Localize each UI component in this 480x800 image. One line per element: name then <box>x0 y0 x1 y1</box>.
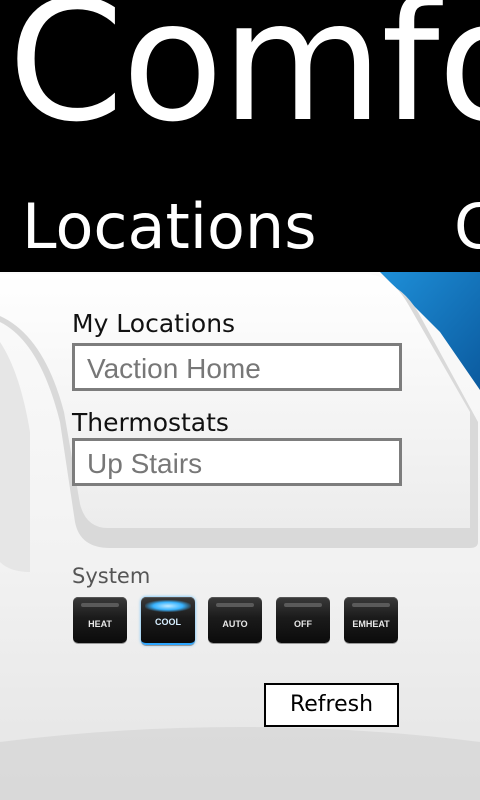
mode-indicator-light <box>352 603 390 607</box>
mode-button-label: OFF <box>294 619 312 629</box>
thermostats-label: Thermostats <box>72 408 229 437</box>
mode-button-heat[interactable]: HEAT <box>73 597 127 643</box>
mode-button-cool[interactable]: COOL <box>141 597 195 645</box>
mode-button-auto[interactable]: AUTO <box>208 597 262 643</box>
mode-indicator-light <box>145 600 191 612</box>
mode-indicator-light <box>284 603 322 607</box>
mode-indicator-light <box>216 603 254 607</box>
my-locations-label: My Locations <box>72 309 236 338</box>
mode-button-off[interactable]: OFF <box>276 597 330 643</box>
app-title: Comfort <box>8 0 480 159</box>
refresh-button[interactable]: Refresh <box>264 683 399 727</box>
location-selector[interactable]: Vaction Home <box>72 343 402 391</box>
mode-button-label: EMHEAT <box>352 619 390 629</box>
thermostat-selector[interactable]: Up Stairs <box>72 438 402 486</box>
mode-button-label: AUTO <box>222 619 248 629</box>
mode-button-emheat[interactable]: EMHEAT <box>344 597 398 643</box>
pivot-header-locations[interactable]: Locations <box>22 196 317 258</box>
pivot-header-next[interactable]: C <box>454 196 480 258</box>
mode-indicator-light <box>81 603 119 607</box>
system-label: System <box>72 564 151 588</box>
mode-button-label: COOL <box>155 617 181 627</box>
app-header: Comfort Locations C <box>0 0 480 272</box>
mode-button-label: HEAT <box>88 619 112 629</box>
